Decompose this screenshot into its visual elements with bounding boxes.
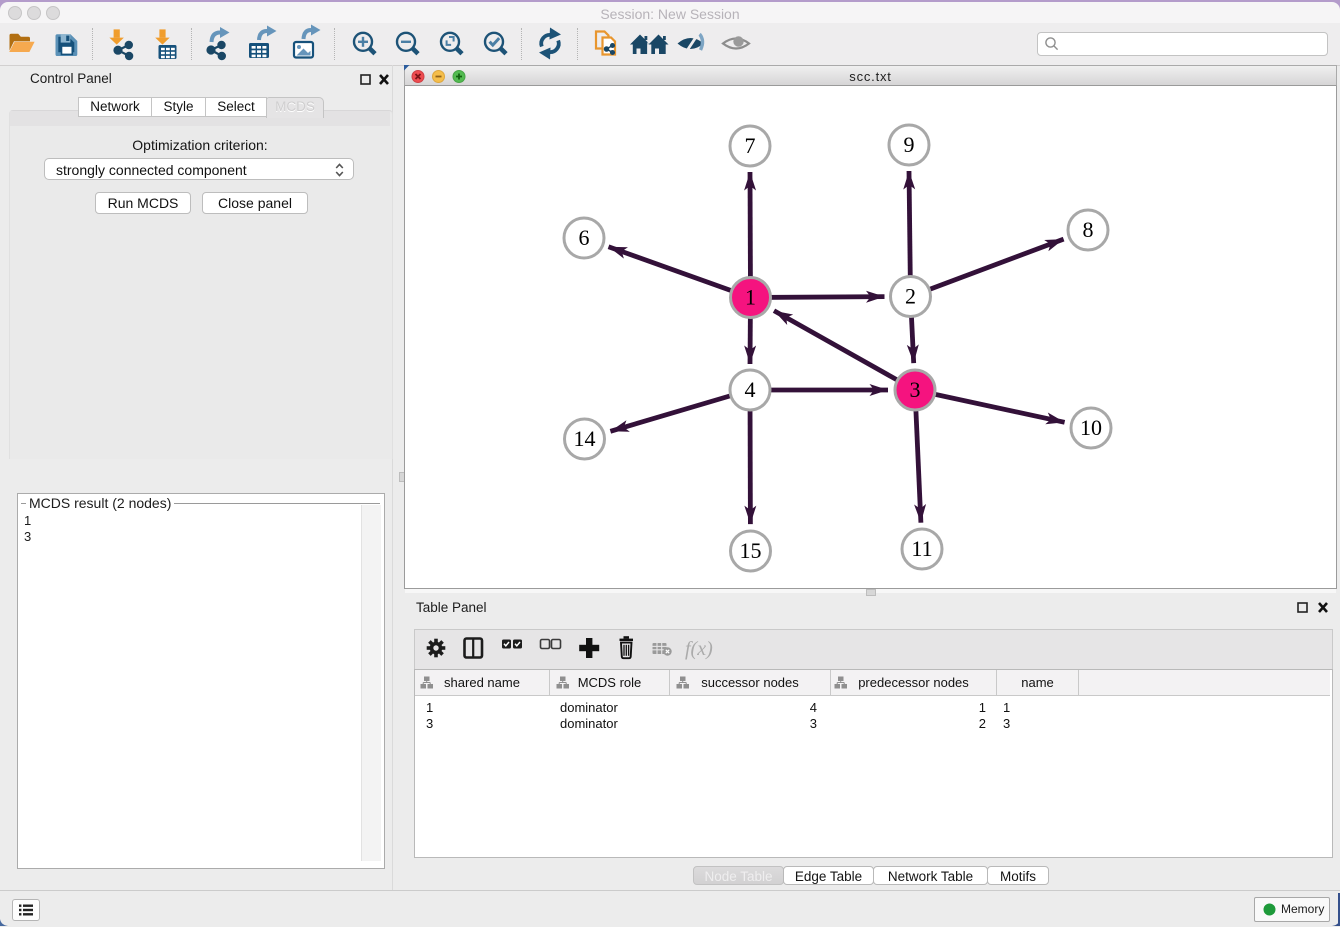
svg-text:3: 3 — [910, 377, 921, 402]
svg-text:2: 2 — [905, 284, 916, 309]
svg-text:9: 9 — [904, 132, 915, 157]
svg-text:11: 11 — [911, 536, 932, 561]
svg-text:10: 10 — [1080, 415, 1102, 440]
svg-text:15: 15 — [740, 538, 762, 563]
svg-text:4: 4 — [745, 377, 756, 402]
svg-text:f(x): f(x) — [685, 638, 713, 660]
svg-text:14: 14 — [574, 426, 596, 451]
svg-text:7: 7 — [745, 133, 756, 158]
svg-text:1: 1 — [745, 285, 756, 310]
svg-text:6: 6 — [579, 225, 590, 250]
svg-text:8: 8 — [1083, 217, 1094, 242]
